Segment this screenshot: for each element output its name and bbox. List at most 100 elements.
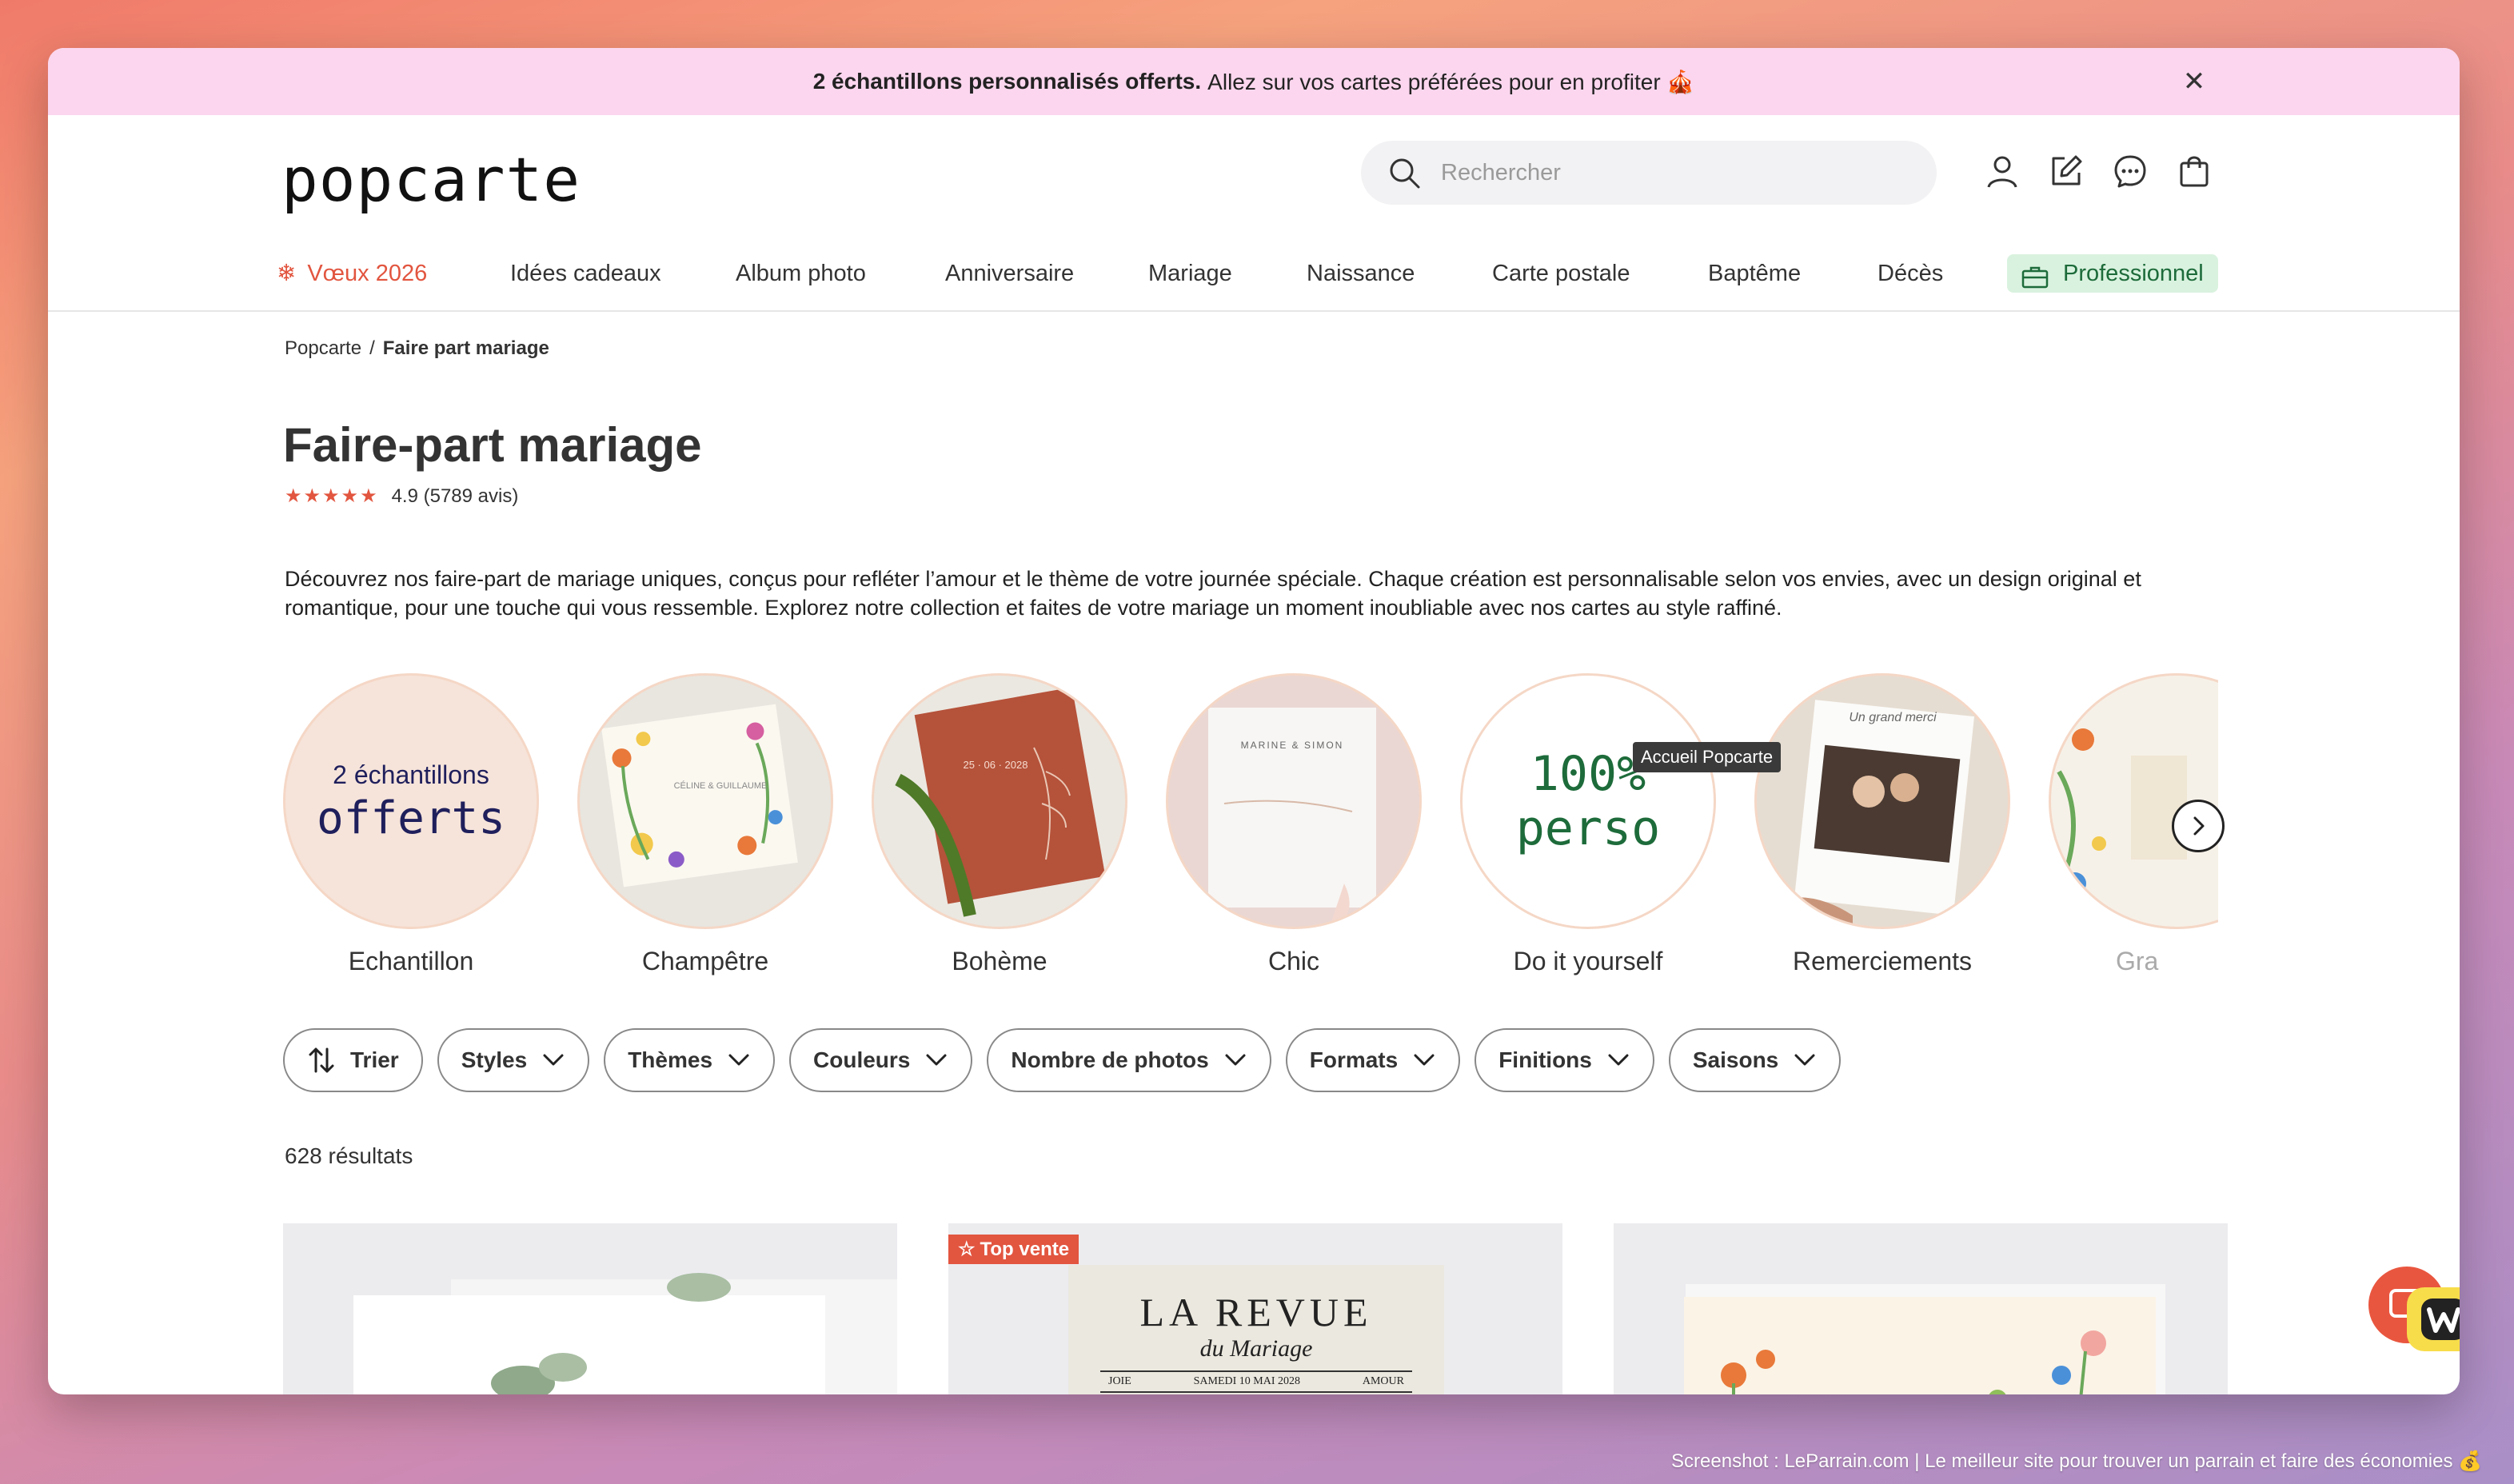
- popcarte-logo[interactable]: popcarte: [281, 144, 581, 215]
- nav-label: Professionnel: [2063, 261, 2204, 286]
- nav-item-mariage[interactable]: Mariage: [1148, 254, 1232, 293]
- screenshot-credit: Screenshot : LeParrain.com | Le meilleur…: [1671, 1450, 2482, 1472]
- nav-item-voeux[interactable]: ❄ Vœux 2026: [277, 254, 427, 293]
- chevron-down-icon: [926, 1054, 947, 1066]
- category-chic[interactable]: MARINE & SIMON Chic: [1166, 673, 1422, 976]
- search-bar[interactable]: [1361, 141, 1937, 205]
- filter-finitions[interactable]: Finitions: [1474, 1028, 1654, 1092]
- category-carousel: 2 échantillons offerts Echantillon CÉLIN…: [283, 673, 2218, 1025]
- breadcrumb-current: Faire part mariage: [382, 337, 549, 359]
- category-label: Bohème: [952, 947, 1048, 975]
- category-image: 25 · 06 · 2028: [872, 673, 1127, 929]
- diy-line2: perso: [1515, 800, 1661, 856]
- nav-item-professionnel[interactable]: Professionnel: [2007, 254, 2218, 293]
- nav-item-deces[interactable]: Décès: [1878, 254, 1943, 293]
- filter-couleurs[interactable]: Couleurs: [789, 1028, 973, 1092]
- page-title: Faire-part mariage: [283, 418, 702, 472]
- carousel-next-button[interactable]: [2172, 800, 2225, 852]
- filter-saisons[interactable]: Saisons: [1668, 1028, 1842, 1092]
- sort-button[interactable]: Trier: [283, 1028, 423, 1092]
- nav-item-album-photo[interactable]: Album photo: [736, 254, 866, 293]
- chat-widget[interactable]: [2367, 1263, 2460, 1359]
- main-nav: ❄ Vœux 2026 Idées cadeaux Album photo Ann…: [48, 235, 2460, 312]
- product-image: LA REVUE du Mariage JOIE SAMEDI 10 MAI 2…: [1068, 1265, 1444, 1394]
- close-icon[interactable]: ✕: [2177, 64, 2212, 99]
- card-text: MARINE & SIMON: [1240, 740, 1344, 751]
- briefcase-icon: [2021, 262, 2049, 289]
- category-image: Un grand merci: [1754, 673, 2010, 929]
- filter-label: Saisons: [1692, 1047, 1779, 1072]
- category-label: Chic: [1267, 947, 1319, 975]
- product-card[interactable]: [1614, 1223, 2228, 1394]
- filter-formats[interactable]: Formats: [1285, 1028, 1461, 1092]
- category-label: Gra: [2116, 947, 2159, 975]
- filter-label: Trier: [350, 1047, 399, 1072]
- filter-nombre-de-photos[interactable]: Nombre de photos: [987, 1028, 1271, 1092]
- filter-label: Styles: [461, 1047, 528, 1072]
- category-champetre[interactable]: CÉLINE & GUILLAUME Champêtre: [577, 673, 833, 976]
- category-label: Remerciements: [1792, 947, 1973, 975]
- tooltip: Accueil Popcarte: [1633, 742, 1782, 772]
- filter-label: Nombre de photos: [1011, 1047, 1209, 1072]
- category-boheme[interactable]: 25 · 06 · 2028 Bohème: [872, 673, 1127, 976]
- category-image: 100% perso: [1460, 673, 1716, 929]
- promo-bold: 2 échantillons personnalisés offerts.: [812, 69, 1202, 94]
- edit-icon[interactable]: [2047, 152, 2085, 190]
- chevron-down-icon: [1225, 1054, 1246, 1066]
- card-text: Un grand merci: [1849, 711, 1937, 724]
- sample-line2: offerts: [316, 792, 505, 844]
- nav-item-naissance[interactable]: Naissance: [1307, 254, 1415, 293]
- rating-text: 4.9 (5789 avis): [391, 485, 519, 507]
- user-icon[interactable]: [1983, 152, 2021, 190]
- chat-icon[interactable]: [2111, 152, 2149, 190]
- badge-label: Top vente: [980, 1238, 1070, 1260]
- chevron-down-icon: [543, 1054, 564, 1066]
- chic-card-illustration: [1208, 708, 1376, 927]
- product-card[interactable]: LA REVUE du Mariage JOIE SAMEDI 10 MAI 2…: [948, 1223, 1562, 1394]
- category-label: Do it yourself: [1513, 947, 1663, 975]
- nav-item-idees-cadeaux[interactable]: Idées cadeaux: [510, 254, 661, 293]
- chevron-down-icon: [1794, 1054, 1815, 1066]
- cart-icon[interactable]: [2175, 152, 2213, 190]
- product-image: [1684, 1284, 2165, 1394]
- search-icon[interactable]: [1385, 154, 1423, 192]
- category-remerciements[interactable]: Un grand merci Remerciements: [1754, 673, 2010, 976]
- snowflake-icon: ❄: [277, 261, 297, 286]
- filter-label: Finitions: [1498, 1047, 1592, 1072]
- sample-line1: 2 échantillons: [333, 760, 489, 789]
- search-input[interactable]: [1441, 159, 1905, 186]
- breadcrumb-separator: /: [369, 337, 375, 359]
- filter-label: Couleurs: [813, 1047, 911, 1072]
- filter-bar: Trier Styles Thèmes Couleurs Nombre de p…: [283, 1028, 1842, 1092]
- product-grid: LA REVUE du Mariage JOIE SAMEDI 10 MAI 2…: [283, 1223, 2228, 1394]
- card-right: AMOUR: [1362, 1375, 1404, 1387]
- card-subtitle: du Mariage: [1199, 1335, 1313, 1362]
- rating[interactable]: ★★★★★ 4.9 (5789 avis): [285, 485, 518, 508]
- product-image: [353, 1273, 897, 1394]
- product-card[interactable]: [283, 1223, 897, 1394]
- chevron-down-icon: [1608, 1054, 1629, 1066]
- card-title: LA REVUE: [1139, 1290, 1373, 1334]
- browser-window: 2 échantillons personnalisés offerts. Al…: [48, 48, 2460, 1394]
- category-echantillon[interactable]: 2 échantillons offerts Echantillon: [283, 673, 539, 976]
- chevron-down-icon: [728, 1054, 749, 1066]
- card-text: 25 · 06 · 2028: [963, 759, 1028, 771]
- boho-card-illustration: [895, 687, 1106, 917]
- card-center: SAMEDI 10 MAI 2028: [1193, 1375, 1301, 1387]
- nav-item-carte-postale[interactable]: Carte postale: [1492, 254, 1630, 293]
- breadcrumb-home[interactable]: Popcarte: [285, 337, 361, 359]
- promo-text: Allez sur vos cartes préférées pour en p…: [1207, 69, 1695, 94]
- nav-item-bapteme[interactable]: Baptême: [1708, 254, 1801, 293]
- star-rating-icon: ★★★★★: [285, 485, 379, 507]
- site-header: popcarte: [48, 115, 2460, 235]
- filter-styles[interactable]: Styles: [437, 1028, 590, 1092]
- category-image: CÉLINE & GUILLAUME: [577, 673, 833, 929]
- promo-banner[interactable]: 2 échantillons personnalisés offerts. Al…: [48, 48, 2460, 115]
- widget-w-icon: [2368, 1267, 2460, 1351]
- nav-label: Vœux 2026: [307, 261, 428, 286]
- filter-themes[interactable]: Thèmes: [604, 1028, 776, 1092]
- category-image: MARINE & SIMON: [1166, 673, 1422, 929]
- category-do-it-yourself[interactable]: 100% perso Do it yourself: [1460, 673, 1716, 976]
- nav-item-anniversaire[interactable]: Anniversaire: [945, 254, 1074, 293]
- category-label: Echantillon: [348, 947, 474, 975]
